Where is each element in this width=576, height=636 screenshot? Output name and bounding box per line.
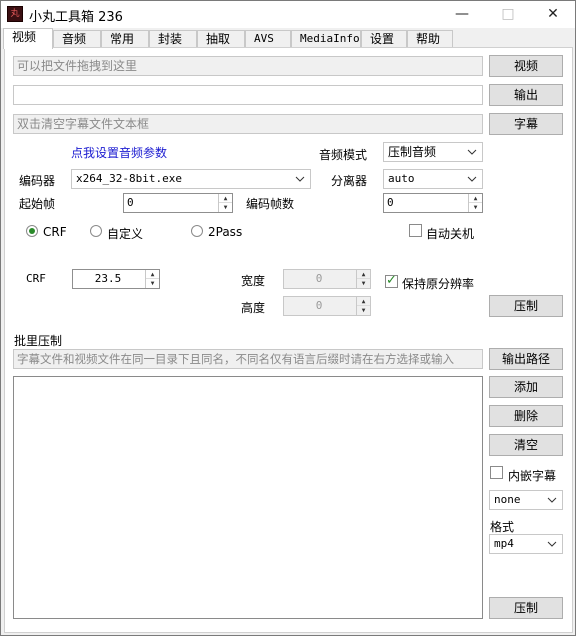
output-button[interactable]: 输出 xyxy=(489,84,563,106)
subtitle-file-field[interactable]: 双击清空字幕文件文本框 xyxy=(13,114,483,134)
video-file-field[interactable]: 可以把文件拖拽到这里 xyxy=(13,56,483,76)
output-file-field[interactable] xyxy=(13,85,483,105)
batch-hint-field[interactable]: 字幕文件和视频文件在同一目录下且同名，不同名仅有语言后缀时请在右方选择或输入 xyxy=(13,349,483,369)
custom-mode-label[interactable]: 自定义 xyxy=(107,225,143,242)
keep-resolution-checkbox[interactable] xyxy=(385,273,398,288)
custom-mode-radio[interactable] xyxy=(90,225,102,237)
encode-frames-value: 0 xyxy=(387,196,394,209)
window-title: 小丸工具箱 236 xyxy=(29,10,123,25)
height-label: 高度 xyxy=(241,301,266,315)
spinner-arrows-icon[interactable]: ▲ ▼ xyxy=(356,270,370,288)
tab-settings[interactable]: 设置 xyxy=(361,30,407,48)
video-button[interactable]: 视频 xyxy=(489,55,563,77)
start-frame-label: 起始帧 xyxy=(19,197,56,211)
spinner-arrows-icon[interactable]: ▲ ▼ xyxy=(218,194,232,212)
crf-mode-label[interactable]: CRF xyxy=(43,225,67,239)
title-bar: 丸 小丸工具箱 236 — □ ✕ xyxy=(1,1,575,28)
width-label: 宽度 xyxy=(241,274,266,288)
output-path-button[interactable]: 输出路径 xyxy=(489,348,563,370)
height-value: 0 xyxy=(315,299,323,312)
auto-shutdown-checkbox[interactable] xyxy=(409,224,422,237)
embed-subtitle-label[interactable]: 内嵌字幕 xyxy=(508,467,556,484)
tab-audio[interactable]: 音频 xyxy=(53,30,101,48)
tab-bar: 视频 音频 常用 封装 抽取 AVS MediaInfo 设置 帮助 xyxy=(3,28,575,49)
tab-extract[interactable]: 抽取 xyxy=(197,30,245,48)
chevron-down-icon xyxy=(547,541,557,547)
spinner-arrows-icon[interactable]: ▲ ▼ xyxy=(145,270,159,288)
add-button[interactable]: 添加 xyxy=(489,376,563,398)
start-frame-value: 0 xyxy=(127,196,134,209)
crf-spinner[interactable]: 23.5 ▲ ▼ xyxy=(72,269,160,289)
audio-mode-select[interactable]: 压制音频 xyxy=(383,142,483,162)
audio-mode-value: 压制音频 xyxy=(388,145,437,159)
demuxer-label: 分离器 xyxy=(331,174,368,188)
spinner-arrows-icon[interactable]: ▲ ▼ xyxy=(356,297,370,315)
main-window: 丸 小丸工具箱 236 — □ ✕ 视频 音频 常用 封装 抽取 AVS Med… xyxy=(0,0,576,636)
delete-button[interactable]: 删除 xyxy=(489,405,563,427)
2pass-mode-label[interactable]: 2Pass xyxy=(208,225,242,239)
keep-resolution-label[interactable]: 保持原分辨率 xyxy=(402,275,474,292)
app-logo-icon: 丸 xyxy=(7,6,23,22)
crf-value: 23.5 xyxy=(94,272,122,285)
chevron-down-icon xyxy=(467,176,477,182)
width-value: 0 xyxy=(315,272,323,285)
format-select[interactable]: mp4 xyxy=(489,534,563,554)
subtitle-lang-value: none xyxy=(494,493,521,506)
minimize-button[interactable]: — xyxy=(439,1,485,28)
format-label: 格式 xyxy=(490,520,515,534)
format-value: mp4 xyxy=(494,537,514,550)
chevron-down-icon xyxy=(547,497,557,503)
encode-button[interactable]: 压制 xyxy=(489,295,563,317)
start-frame-spinner[interactable]: 0 ▲ ▼ xyxy=(123,193,233,213)
encoder-label: 编码器 xyxy=(19,174,56,188)
tab-mux[interactable]: 封装 xyxy=(149,30,197,48)
tab-video[interactable]: 视频 xyxy=(3,28,53,49)
chevron-down-icon xyxy=(295,176,305,182)
tab-help[interactable]: 帮助 xyxy=(407,30,453,48)
crf-mode-radio[interactable] xyxy=(26,225,38,237)
demuxer-value: auto xyxy=(388,172,415,185)
tab-mediainfo[interactable]: MediaInfo xyxy=(291,30,361,48)
batch-encode-button[interactable]: 压制 xyxy=(489,597,563,619)
close-button[interactable]: ✕ xyxy=(530,1,576,28)
height-spinner[interactable]: 0 ▲ ▼ xyxy=(283,296,371,316)
audio-mode-label: 音频模式 xyxy=(319,148,368,162)
2pass-mode-radio[interactable] xyxy=(191,225,203,237)
encode-frames-label: 编码帧数 xyxy=(246,197,295,211)
batch-file-list[interactable] xyxy=(13,376,483,619)
subtitle-lang-select[interactable]: none xyxy=(489,490,563,510)
encoder-value: x264_32-8bit.exe xyxy=(76,172,182,185)
clear-button[interactable]: 清空 xyxy=(489,434,563,456)
chevron-down-icon xyxy=(467,149,477,155)
encode-frames-spinner[interactable]: 0 ▲ ▼ xyxy=(383,193,483,213)
audio-params-link[interactable]: 点我设置音频参数 xyxy=(71,144,167,161)
embed-subtitle-checkbox[interactable] xyxy=(490,466,503,479)
demuxer-select[interactable]: auto xyxy=(383,169,483,189)
maximize-button[interactable]: □ xyxy=(485,1,531,28)
encoder-select[interactable]: x264_32-8bit.exe xyxy=(71,169,311,189)
width-spinner[interactable]: 0 ▲ ▼ xyxy=(283,269,371,289)
crf-label: CRF xyxy=(26,272,46,285)
auto-shutdown-label[interactable]: 自动关机 xyxy=(426,225,474,242)
tab-common[interactable]: 常用 xyxy=(101,30,149,48)
tab-avs[interactable]: AVS xyxy=(245,30,291,48)
subtitle-button[interactable]: 字幕 xyxy=(489,113,563,135)
spinner-arrows-icon[interactable]: ▲ ▼ xyxy=(468,194,482,212)
batch-section-title: 批里压制 xyxy=(14,334,63,348)
